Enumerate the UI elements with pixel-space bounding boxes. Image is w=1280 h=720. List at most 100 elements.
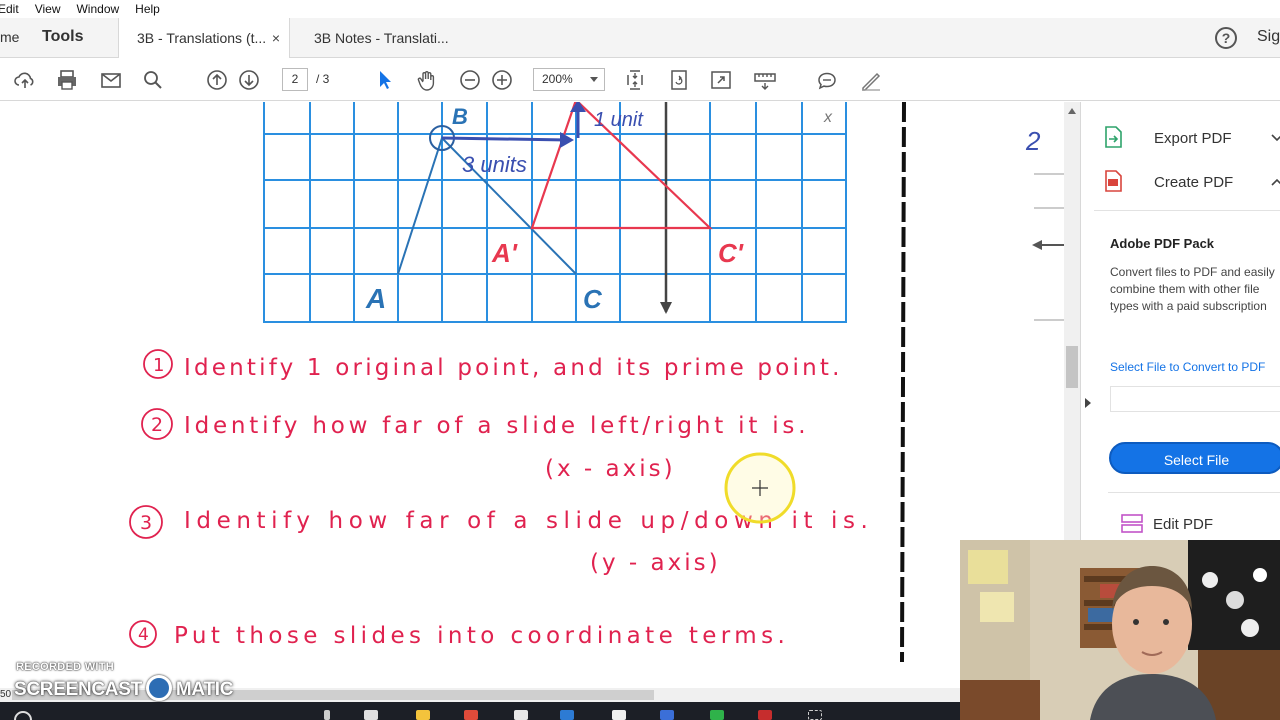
rotate-icon[interactable] [667, 68, 691, 92]
comment-icon[interactable] [815, 68, 839, 92]
document-tab-label: 3B Notes - Translati... [314, 30, 449, 46]
document-tab-active[interactable]: 3B - Translations (t... × [118, 18, 290, 58]
y-axis-arrow [660, 302, 672, 314]
file-drop-field[interactable] [1110, 386, 1280, 412]
taskbar-icon[interactable] [560, 710, 574, 720]
chevron-up-icon[interactable] [1271, 178, 1280, 186]
pdf-pack-title: Adobe PDF Pack [1110, 236, 1215, 251]
menu-window[interactable]: Window [76, 2, 119, 16]
step-1-number: 1 [153, 355, 164, 376]
step-4-text: Put those slides into coordinate terms. [174, 623, 789, 649]
sign-icon[interactable] [859, 68, 883, 92]
print-icon[interactable] [55, 68, 79, 92]
watermark-recorded-with: RECORDED WITH [16, 661, 115, 673]
edit-pdf-icon [1121, 514, 1143, 533]
taskbar-icon[interactable] [514, 710, 528, 720]
acrobat-taskbar-icon[interactable] [758, 710, 772, 720]
tool-edit-pdf[interactable]: Edit PDF [1153, 516, 1213, 533]
windows-search-icon[interactable] [14, 711, 32, 720]
zoom-out-icon[interactable] [458, 68, 482, 92]
zoom-value: 200% [542, 72, 573, 86]
step-2-sub: (x - axis) [545, 456, 676, 482]
sign-in-link[interactable]: Sig [1257, 28, 1280, 46]
label-b: B [452, 104, 468, 129]
search-icon[interactable] [141, 68, 165, 92]
folder-icon[interactable] [416, 710, 430, 720]
step-3-sub: (y - axis) [590, 550, 721, 576]
help-icon[interactable]: ? [1215, 27, 1237, 49]
page-up-icon[interactable] [205, 68, 229, 92]
label-x: x [823, 109, 833, 126]
chevron-down-icon[interactable] [1271, 134, 1280, 142]
label-a: A [365, 283, 386, 314]
scroll-up-icon[interactable] [1068, 108, 1076, 114]
label-c-prime: C' [718, 238, 744, 268]
close-icon[interactable]: × [272, 30, 280, 46]
taskbar-icon[interactable] [364, 710, 378, 720]
acrobat-window: Edit View Window Help me Tools 3B - Tran… [0, 0, 1280, 720]
select-file-link[interactable]: Select File to Convert to PDF [1110, 360, 1265, 374]
label-one-unit: 1 unit [594, 109, 644, 131]
presenter-video [960, 540, 1280, 720]
taskbar-icon[interactable] [710, 710, 724, 720]
tab-bar: me Tools 3B - Translations (t... × 3B No… [0, 18, 1280, 58]
label-a-prime: A' [491, 238, 518, 268]
chevron-down-icon [590, 77, 598, 82]
toolbar: 2 / 3 200% [0, 59, 1280, 101]
step-3-number: 3 [140, 512, 152, 534]
taskbar-icon[interactable] [808, 710, 822, 720]
page-number-input[interactable]: 2 [282, 68, 308, 91]
watermark-right: MATIC [175, 679, 234, 701]
tool-create-pdf[interactable]: Create PDF [1154, 174, 1233, 191]
menu-bar: Edit View Window Help [0, 0, 1280, 18]
watermark-left: SCREENCAST [14, 679, 142, 701]
fit-page-icon[interactable] [623, 68, 647, 92]
taskbar-icon[interactable] [464, 710, 478, 720]
label-c: C [583, 284, 603, 314]
create-pdf-icon [1105, 170, 1122, 192]
email-icon[interactable] [99, 68, 123, 92]
cloud-upload-icon[interactable] [13, 68, 37, 92]
document-viewport[interactable]: B A C A' C' 3 units 1 unit x 2 1 Identif… [0, 102, 1064, 720]
status-zoom-note: 50 [0, 689, 12, 700]
export-pdf-icon [1105, 126, 1122, 148]
step-2-number: 2 [151, 414, 163, 436]
zoom-select[interactable]: 200% [533, 68, 605, 91]
margin-note: 2 [1025, 126, 1041, 156]
tab-home[interactable]: me [0, 29, 19, 45]
taskbar-icon[interactable] [612, 710, 626, 720]
coordinate-grid [263, 102, 847, 323]
document-tab-inactive[interactable]: 3B Notes - Translati... [296, 18, 472, 58]
hand-tool-icon[interactable] [415, 68, 439, 92]
scroll-mode-icon[interactable] [753, 68, 777, 92]
screencast-o-matic-watermark: SCREENCAST MATIC [14, 675, 234, 701]
pane-divider [1108, 492, 1280, 493]
document-page: B A C A' C' 3 units 1 unit x 2 1 Identif… [129, 102, 1064, 663]
step-2-text: Identify how far of a slide left/right i… [184, 413, 809, 439]
page-divider-dashed [900, 102, 906, 663]
tab-tools[interactable]: Tools [42, 28, 83, 46]
zoom-in-icon[interactable] [490, 68, 514, 92]
document-tab-label: 3B - Translations (t... [137, 30, 267, 46]
taskbar [0, 702, 960, 720]
select-cursor-icon[interactable] [372, 68, 396, 92]
page-total: / 3 [316, 72, 330, 86]
page-down-icon[interactable] [237, 68, 261, 92]
tool-export-pdf[interactable]: Export PDF [1154, 130, 1232, 147]
full-screen-icon[interactable] [709, 68, 733, 92]
select-file-button[interactable]: Select File [1109, 442, 1280, 474]
step-4-number: 4 [138, 625, 149, 645]
menu-help[interactable]: Help [135, 2, 160, 16]
menu-view[interactable]: View [35, 2, 61, 16]
webcam-overlay [960, 540, 1280, 720]
scroll-thumb[interactable] [1066, 346, 1078, 388]
horizontal-translation-arrow [441, 136, 569, 142]
label-three-units: 3 units [462, 152, 527, 177]
taskbar-icon[interactable] [324, 710, 330, 720]
menu-edit[interactable]: Edit [0, 2, 19, 16]
collapse-pane-icon[interactable] [1085, 398, 1091, 408]
pane-divider [1094, 210, 1280, 211]
step-1-text: Identify 1 original point, and its prime… [184, 355, 843, 381]
taskbar-icon[interactable] [660, 710, 674, 720]
pdf-pack-description: Convert files to PDF and easily combine … [1110, 265, 1275, 313]
